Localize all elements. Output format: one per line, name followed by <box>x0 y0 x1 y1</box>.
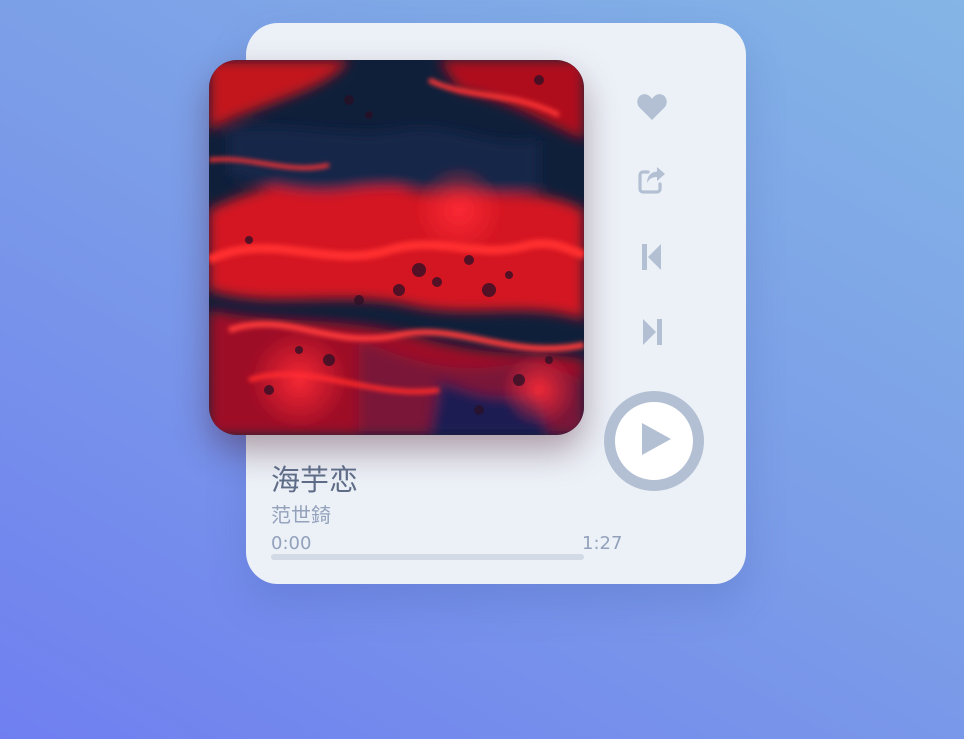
song-artist: 范世錡 <box>271 503 331 527</box>
next-track-button[interactable] <box>632 312 672 352</box>
total-duration: 1:27 <box>582 533 623 554</box>
heart-icon <box>636 91 668 121</box>
current-time: 0:00 <box>271 533 312 554</box>
play-button[interactable] <box>604 391 704 491</box>
skip-next-icon <box>641 318 663 346</box>
like-button[interactable] <box>632 86 672 126</box>
progress-bar[interactable] <box>271 554 584 560</box>
skip-previous-icon <box>641 243 663 271</box>
share-button[interactable] <box>632 160 672 200</box>
song-title: 海芋恋 <box>271 463 359 497</box>
share-icon <box>636 164 668 196</box>
previous-track-button[interactable] <box>632 237 672 277</box>
play-icon <box>634 421 674 461</box>
album-cover <box>209 60 584 435</box>
